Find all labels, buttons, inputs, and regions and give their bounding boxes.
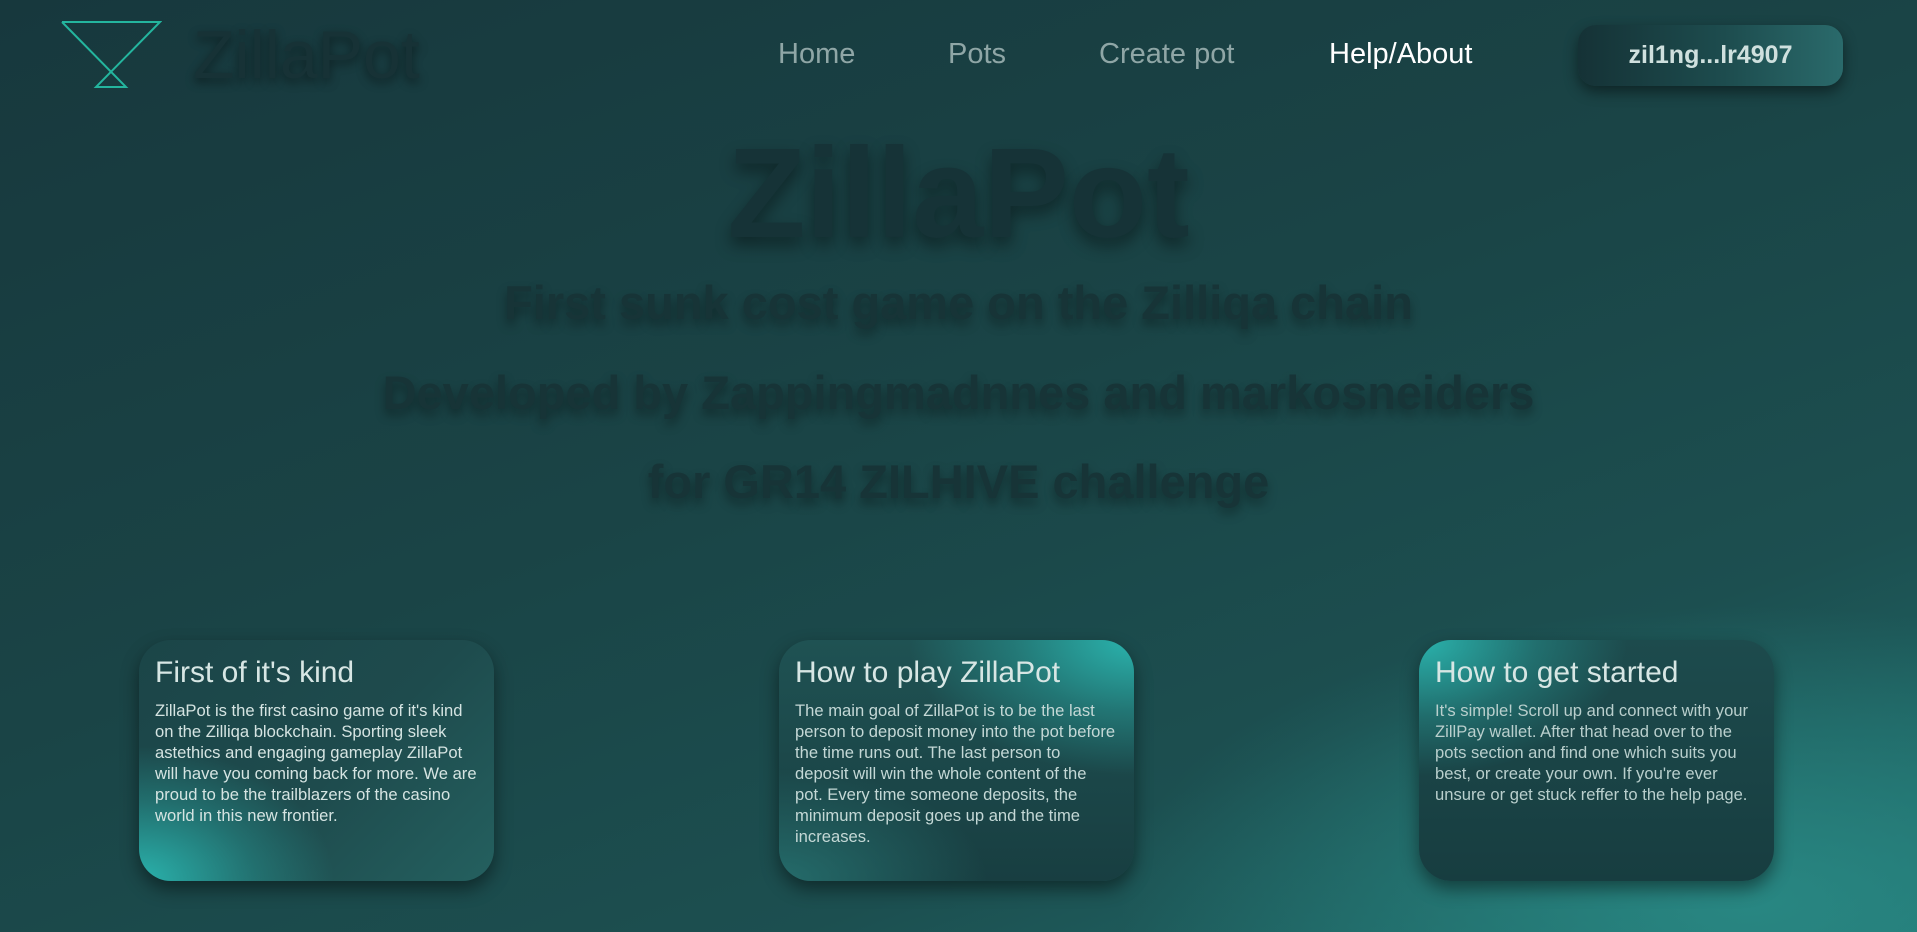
- card-title: First of it's kind: [155, 656, 355, 689]
- card-body: ZillaPot is the first casino game of it'…: [155, 701, 477, 825]
- nav-pots[interactable]: Pots: [948, 38, 1006, 71]
- hero-developers: Developed by Zappingmadnnes and markosne…: [382, 366, 1535, 419]
- nav-create-pot[interactable]: Create pot: [1099, 38, 1234, 71]
- hero-challenge: for GR14 ZILHIVE challenge: [647, 455, 1270, 508]
- card-body: It's simple! Scroll up and connect with …: [1435, 701, 1749, 804]
- wallet-button[interactable]: zil1ng...lr4907: [1578, 25, 1843, 86]
- hero-tagline: First sunk cost game on the Zilliqa chai…: [504, 276, 1413, 329]
- hero-title: ZillaPot: [727, 122, 1190, 265]
- info-card-how-to-play: How to play ZillaPot The main goal of Zi…: [779, 640, 1134, 881]
- nav-help-about[interactable]: Help/About: [1329, 38, 1473, 71]
- card-title: How to play ZillaPot: [795, 656, 1061, 689]
- card-title: How to get started: [1435, 656, 1679, 689]
- card-body: The main goal of ZillaPot is to be the l…: [795, 701, 1116, 846]
- info-card-get-started: How to get started It's simple! Scroll u…: [1419, 640, 1774, 881]
- nav-home[interactable]: Home: [778, 38, 855, 71]
- info-card-first-of-kind: First of it's kind ZillaPot is the first…: [139, 640, 494, 881]
